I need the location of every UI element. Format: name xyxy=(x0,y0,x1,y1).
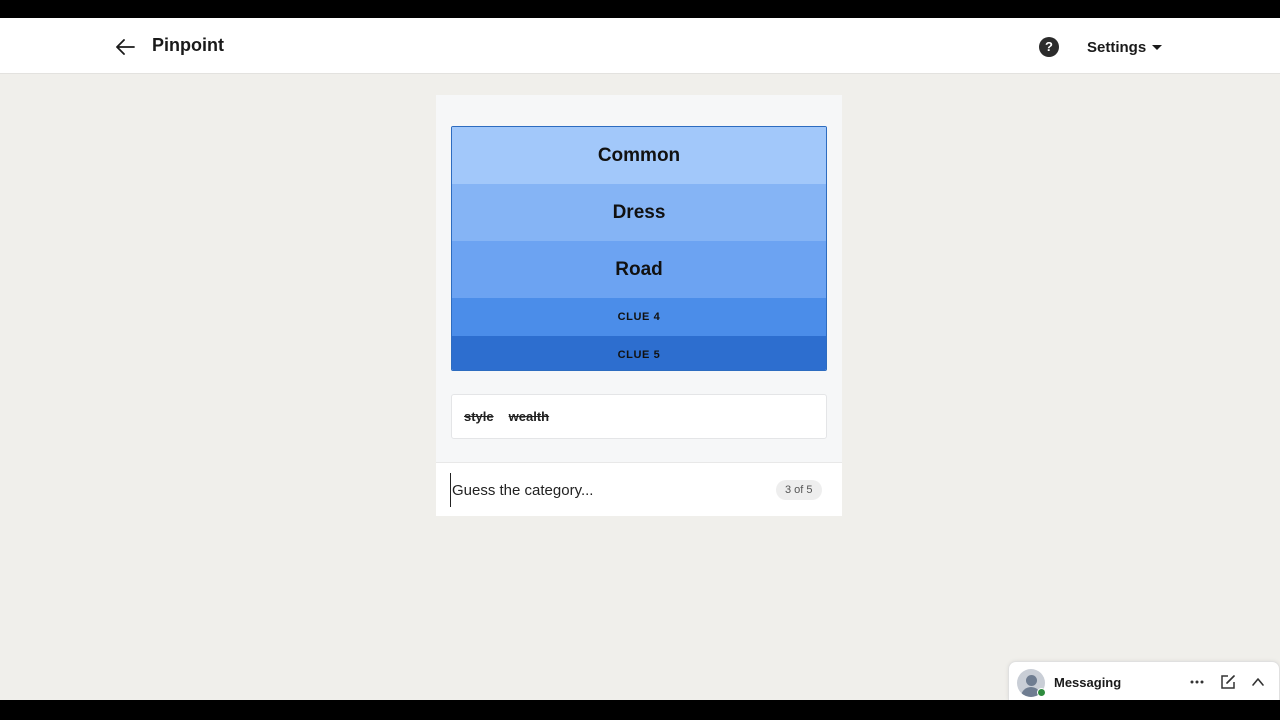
compose-button[interactable] xyxy=(1219,673,1237,691)
messaging-label[interactable]: Messaging xyxy=(1054,675,1121,690)
chevron-down-icon xyxy=(1152,45,1163,50)
wrong-guess: wealth xyxy=(508,409,550,424)
attempt-counter-badge: 3 of 5 xyxy=(776,480,822,500)
settings-label: Settings xyxy=(1087,38,1147,56)
top-bar: Pinpoint ? Settings xyxy=(0,18,1280,74)
game-card: Common Dress Road CLUE 4 CLUE 5 style we… xyxy=(436,95,842,516)
clue-2: Dress xyxy=(452,184,826,241)
question-circle-icon: ? xyxy=(1045,39,1053,54)
page-title: Pinpoint xyxy=(152,35,224,55)
online-status-indicator xyxy=(1037,688,1046,697)
screen: Pinpoint ? Settings Common Dress Road CL… xyxy=(0,18,1280,700)
back-button[interactable] xyxy=(112,34,138,60)
wrong-guess: style xyxy=(464,409,494,424)
clue-3: Road xyxy=(452,241,826,298)
messaging-bar[interactable]: Messaging xyxy=(1008,661,1280,700)
collapse-button[interactable] xyxy=(1249,673,1267,691)
settings-dropdown[interactable]: Settings xyxy=(1087,37,1163,57)
clue-4-hidden: CLUE 4 xyxy=(452,298,826,336)
compose-icon xyxy=(1221,675,1235,689)
clue-1: Common xyxy=(452,127,826,184)
help-button[interactable]: ? xyxy=(1039,37,1059,57)
chevron-up-icon xyxy=(1252,678,1264,686)
previous-guesses: style wealth xyxy=(451,394,827,439)
more-horizontal-icon xyxy=(1190,680,1204,684)
clue-5-hidden: CLUE 5 xyxy=(452,336,826,370)
arrow-left-icon xyxy=(116,39,135,55)
guess-input-row: 3 of 5 xyxy=(436,462,842,516)
clue-stack: Common Dress Road CLUE 4 CLUE 5 xyxy=(451,126,827,371)
more-options-button[interactable] xyxy=(1188,673,1206,691)
guess-input[interactable] xyxy=(450,473,750,507)
